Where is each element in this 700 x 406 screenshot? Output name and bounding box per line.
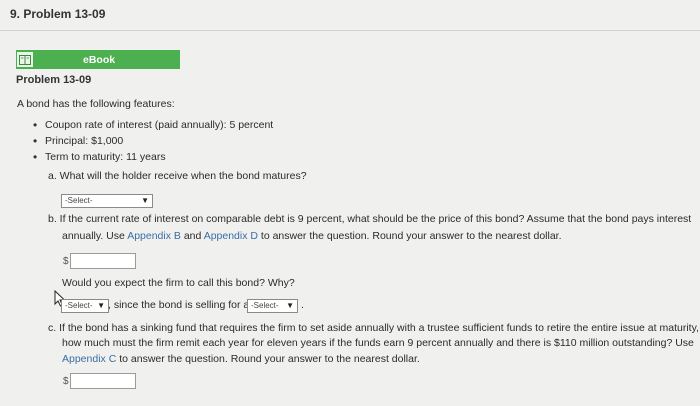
question-b-text: to answer the question. Round your answe… xyxy=(257,230,562,242)
select-value: -Select- xyxy=(65,196,93,205)
list-item: Coupon rate of interest (paid annually):… xyxy=(33,117,273,133)
question-a: a. What will the holder receive when the… xyxy=(48,170,307,182)
premium-select[interactable]: -Select- ▼ xyxy=(247,299,298,313)
question-c-line1: c. If the bond has a sinking fund that r… xyxy=(48,322,699,334)
call-question: Would you expect the firm to call this b… xyxy=(62,277,295,289)
problem-page: 9. Problem 13-09 eBook Problem 13-09 A b… xyxy=(0,0,700,406)
maturity-select[interactable]: -Select- ▼ xyxy=(61,194,153,208)
bond-price-input[interactable] xyxy=(70,253,136,269)
question-b-line2: annually. Use Appendix B and Appendix D … xyxy=(62,228,562,244)
question-c-text: to answer the question. Round your answe… xyxy=(116,353,420,365)
call-reason-text: , since the bond is selling for a xyxy=(108,299,250,311)
feature-list: Coupon rate of interest (paid annually):… xyxy=(33,117,273,165)
select-value: -Select- xyxy=(65,301,93,310)
chevron-down-icon: ▼ xyxy=(97,301,105,310)
problem-intro: A bond has the following features: xyxy=(17,98,175,110)
dollar-sign: $ xyxy=(63,376,69,387)
sentence-end: . xyxy=(301,299,304,311)
problem-heading: Problem 13-09 xyxy=(16,74,92,86)
problem-title: 9. Problem 13-09 xyxy=(10,7,106,21)
dollar-sign: $ xyxy=(63,256,69,267)
appendix-c-link[interactable]: Appendix C xyxy=(62,353,116,365)
question-c-line2: how much must the firm remit each year f… xyxy=(62,337,694,349)
appendix-d-link[interactable]: Appendix D xyxy=(204,230,258,242)
appendix-b-link[interactable]: Appendix B xyxy=(127,230,181,242)
question-b-line1: b. If the current rate of interest on co… xyxy=(48,213,692,225)
sinking-fund-input[interactable] xyxy=(70,373,136,389)
ebook-button[interactable]: eBook xyxy=(16,50,180,69)
list-item: Principal: $1,000 xyxy=(33,133,273,149)
divider xyxy=(0,30,700,31)
question-c-line3: Appendix C to answer the question. Round… xyxy=(62,351,420,367)
book-icon xyxy=(17,52,33,67)
ebook-label: eBook xyxy=(83,53,116,66)
list-item: Term to maturity: 11 years xyxy=(33,149,273,165)
question-b-text: and xyxy=(180,230,204,242)
select-value: -Select- xyxy=(251,301,279,310)
chevron-down-icon: ▼ xyxy=(286,301,294,310)
question-b-text: annually. Use xyxy=(62,230,128,242)
chevron-down-icon: ▼ xyxy=(141,196,149,205)
call-select[interactable]: -Select- ▼ xyxy=(61,299,109,313)
